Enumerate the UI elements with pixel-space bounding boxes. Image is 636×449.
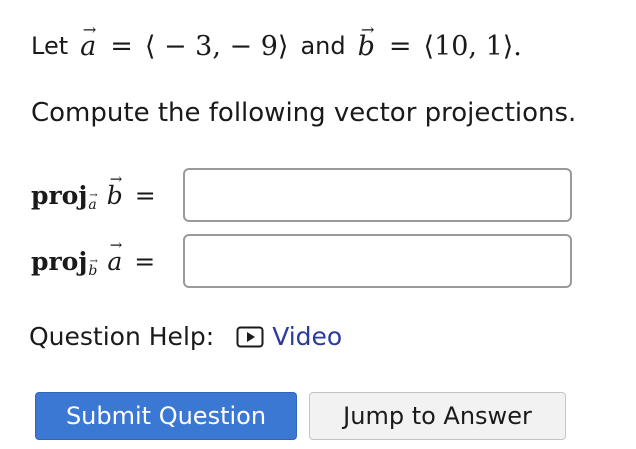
- projection-subscript: → a: [88, 190, 98, 213]
- proj-word: proj: [31, 180, 88, 210]
- projection-target: → b: [106, 170, 123, 210]
- jump-to-answer-button[interactable]: Jump to Answer: [309, 392, 566, 440]
- vector-arrow-icon: →: [82, 19, 97, 39]
- answer-input-2[interactable]: [183, 234, 572, 288]
- proj-word: proj: [31, 246, 88, 276]
- play-video-icon: [236, 326, 264, 347]
- equals-sign: =: [134, 180, 156, 210]
- video-link-label: Video: [272, 322, 343, 351]
- equals-sign: =: [134, 246, 156, 276]
- instruction-text: Compute the following vector projections…: [31, 98, 577, 128]
- vector-arrow-icon: →: [360, 19, 375, 39]
- vector-b-symbol: → b: [357, 19, 375, 62]
- vector-arrow-icon: →: [109, 170, 123, 189]
- projection-target: → a: [107, 236, 123, 276]
- projection-label: proj → b → a =: [31, 236, 179, 279]
- vector-b-value: ⟨10, 1⟩.: [423, 30, 522, 62]
- vectors-definition: Let → a = ⟨ − 3, − 9⟩ and → b = ⟨10, 1⟩.: [31, 20, 522, 72]
- equals-sign: =: [388, 30, 412, 62]
- intro-text: Let: [31, 32, 69, 60]
- question-help-label: Question Help:: [29, 322, 215, 351]
- submit-question-button[interactable]: Submit Question: [35, 392, 297, 440]
- projection-row-a-onto-b: proj → b → a =: [31, 234, 572, 288]
- video-help-link[interactable]: Video: [236, 322, 342, 351]
- equals-sign: =: [110, 30, 133, 62]
- projection-label: proj → a → b =: [31, 170, 179, 213]
- and-text: and: [300, 32, 346, 60]
- projection-subscript: → b: [88, 256, 98, 279]
- question-help: Question Help: Video: [29, 322, 342, 351]
- vector-a-value: ⟨ − 3, − 9⟩: [144, 30, 289, 62]
- projection-row-b-onto-a: proj → a → b =: [31, 168, 572, 222]
- vector-a-symbol: → a: [80, 19, 97, 62]
- vector-arrow-icon: →: [109, 236, 123, 255]
- answer-input-1[interactable]: [183, 168, 572, 222]
